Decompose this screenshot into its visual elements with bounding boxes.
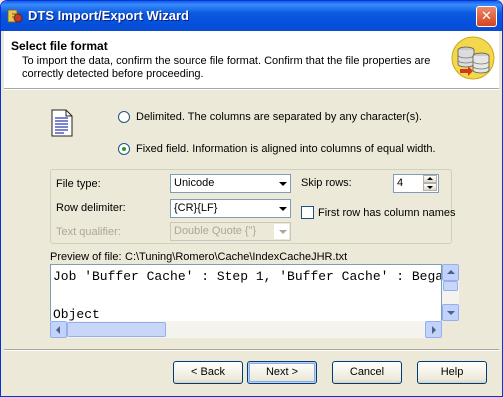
file-type-label: File type: bbox=[56, 178, 101, 190]
fixed-field-radio[interactable] bbox=[118, 143, 130, 155]
spin-up-icon[interactable] bbox=[423, 175, 437, 183]
horizontal-scroll-thumb[interactable] bbox=[67, 322, 166, 337]
text-qualifier-select: Double Quote {"} bbox=[170, 222, 291, 241]
delimited-radio[interactable] bbox=[118, 111, 130, 123]
header-divider bbox=[4, 88, 499, 90]
delimited-label: Delimited. The columns are separated by … bbox=[136, 111, 422, 123]
text-qualifier-label: Text qualifier: bbox=[56, 226, 121, 238]
page-title: Select file format bbox=[11, 39, 108, 53]
window-title: DTS Import/Export Wizard bbox=[28, 8, 189, 23]
page-description: To import the data, confirm the source f… bbox=[22, 55, 431, 80]
preview-vertical-scrollbar[interactable] bbox=[442, 264, 459, 321]
scroll-left-icon[interactable] bbox=[50, 321, 67, 338]
chevron-down-icon[interactable] bbox=[274, 201, 289, 216]
skip-rows-label: Skip rows: bbox=[301, 177, 352, 189]
footer-divider bbox=[4, 349, 499, 351]
cancel-button[interactable]: Cancel bbox=[332, 361, 402, 384]
fixed-field-option[interactable]: Fixed field. Information is aligned into… bbox=[118, 143, 436, 155]
chevron-down-icon[interactable] bbox=[274, 176, 289, 191]
preview-line-1: Job 'Buffer Cache' : Step 1, 'Buffer Cac… bbox=[53, 269, 441, 284]
title-bar[interactable]: DTS Import/Export Wizard ✕ bbox=[1, 1, 502, 31]
back-button[interactable]: < Back bbox=[173, 361, 243, 384]
wizard-window: DTS Import/Export Wizard ✕ Select file f… bbox=[0, 0, 503, 397]
help-button[interactable]: Help bbox=[417, 361, 487, 384]
dts-wizard-icon bbox=[7, 9, 23, 23]
preview-horizontal-scrollbar[interactable] bbox=[50, 321, 442, 338]
preview-file-path: C:\Tuning\Romero\Cache\IndexCacheJHR.txt bbox=[125, 251, 348, 263]
skip-rows-stepper[interactable]: 4 bbox=[393, 174, 439, 193]
row-delimiter-select[interactable]: {CR}{LF} bbox=[170, 199, 291, 218]
first-row-column-names-checkbox[interactable] bbox=[301, 206, 314, 219]
text-document-icon bbox=[51, 109, 73, 137]
file-type-value: Unicode bbox=[174, 177, 215, 189]
fixed-field-label: Fixed field. Information is aligned into… bbox=[136, 143, 436, 155]
vertical-scroll-thumb[interactable] bbox=[443, 281, 458, 291]
chevron-down-icon bbox=[274, 224, 289, 239]
preview-text: Job 'Buffer Cache' : Step 1, 'Buffer Cac… bbox=[53, 267, 441, 324]
database-icon bbox=[451, 36, 495, 80]
first-row-column-names-label: First row has column names bbox=[318, 207, 456, 219]
spin-down-icon[interactable] bbox=[423, 183, 437, 191]
scroll-up-icon[interactable] bbox=[442, 264, 459, 281]
scroll-right-icon[interactable] bbox=[425, 321, 442, 338]
wizard-header: Select file format To import the data, c… bbox=[4, 31, 499, 88]
scrollbar-corner bbox=[442, 321, 459, 338]
row-delimiter-value: {CR}{LF} bbox=[174, 202, 218, 214]
preview-line-3: Object bbox=[53, 307, 100, 322]
skip-rows-value: 4 bbox=[397, 177, 404, 189]
preview-label: Preview of file: bbox=[50, 251, 122, 263]
file-type-select[interactable]: Unicode bbox=[170, 174, 291, 193]
next-button[interactable]: Next > bbox=[247, 361, 317, 384]
delimited-option[interactable]: Delimited. The columns are separated by … bbox=[118, 111, 422, 123]
row-delimiter-label: Row delimiter: bbox=[56, 202, 126, 214]
close-button[interactable]: ✕ bbox=[476, 6, 497, 27]
text-qualifier-value: Double Quote {"} bbox=[174, 225, 257, 237]
scroll-down-icon[interactable] bbox=[442, 304, 459, 321]
